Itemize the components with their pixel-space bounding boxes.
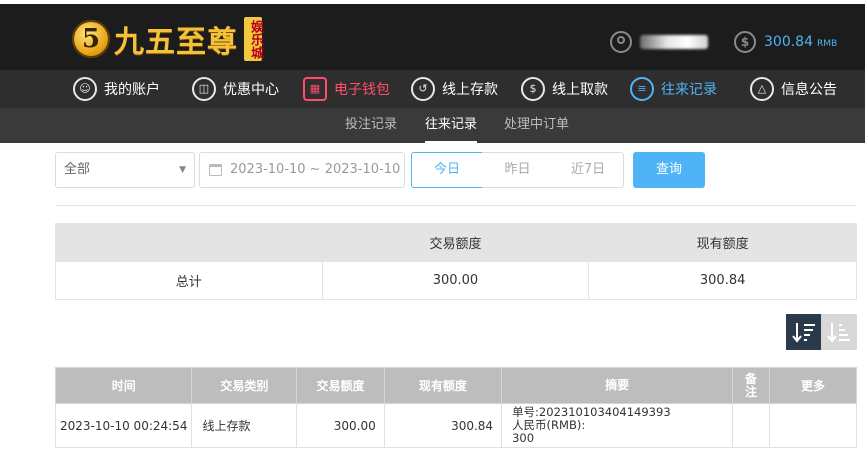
summary-row: 总计 300.00 300.84 (55, 261, 857, 300)
nav-e-wallet[interactable]: ▦ 电子钱包 (303, 70, 390, 108)
nav-label: 电子钱包 (334, 82, 390, 98)
last-7-days-button[interactable]: 近7日 (553, 152, 624, 188)
wallet-icon: ▦ (303, 77, 327, 101)
sort-descending-icon (792, 323, 815, 343)
nav-label: 信息公告 (781, 82, 837, 98)
row-type: 线上存款 (191, 403, 298, 448)
nav-promotions[interactable]: ◫ 优惠中心 (192, 70, 279, 108)
today-button[interactable]: 今日 (411, 152, 483, 188)
nav-transaction-history[interactable]: ≡ 往来记录 (630, 70, 717, 108)
summary-header-amount: 交易额度 (321, 223, 590, 262)
divider (55, 205, 857, 206)
sort-descending-button[interactable] (786, 314, 822, 350)
col-summary: 摘要 (501, 367, 734, 404)
deposit-icon: ↺ (411, 77, 435, 101)
row-summary: 单号:202310103404149393 人民币(RMB): 300 (501, 403, 734, 448)
nav-label: 往来记录 (661, 82, 717, 98)
summary-table: 交易额度 现有额度 总计 300.00 300.84 (55, 223, 857, 300)
sort-ascending-button[interactable] (821, 314, 857, 350)
user-circle-icon: ☺ (73, 77, 97, 101)
nav-online-deposit[interactable]: ↺ 线上存款 (411, 70, 498, 108)
records-header-row: 时间 交易类别 交易额度 现有额度 摘要 备注 更多 (54, 367, 858, 404)
gift-icon: ◫ (192, 77, 216, 101)
yesterday-button[interactable]: 昨日 (482, 152, 554, 188)
history-icon: ≡ (630, 77, 654, 101)
username-redacted (640, 35, 708, 49)
coin-icon: $ (734, 31, 756, 53)
tab-bet-records[interactable]: 投注记录 (345, 108, 397, 143)
table-row: 2023-10-10 00:24:54 线上存款 300.00 300.84 单… (54, 403, 858, 448)
site-logo[interactable]: 5 九五至尊 娱乐城 (72, 16, 263, 62)
logo-mark-icon: 5 (72, 20, 110, 58)
col-balance: 现有额度 (383, 367, 503, 404)
col-time: 时间 (54, 367, 193, 404)
summary-header-blank (55, 223, 323, 262)
withdraw-icon: $ (521, 77, 545, 101)
calendar-icon (209, 164, 222, 176)
tab-pending-orders[interactable]: 处理中订单 (504, 108, 569, 143)
row-more[interactable] (768, 403, 858, 448)
nav-announcements[interactable]: △ 信息公告 (750, 70, 837, 108)
col-type: 交易类别 (191, 367, 298, 404)
type-select[interactable]: 全部 ▼ (55, 152, 195, 188)
chevron-down-icon: ▼ (179, 165, 186, 175)
main-nav: ☺ 我的账户 ◫ 优惠中心 ▦ 电子钱包 ↺ 线上存款 $ 线上取款 ≡ 往来记… (0, 70, 865, 108)
nav-online-withdraw[interactable]: $ 线上取款 (521, 70, 608, 108)
nav-label: 线上取款 (552, 82, 608, 98)
summary-currency: 人民币(RMB): (512, 418, 586, 432)
logo-badge: 娱乐城 (244, 17, 263, 61)
date-range-value: 2023-10-10 ~ 2023-10-10 (230, 162, 401, 177)
top-header: 5 九五至尊 娱乐城 $ 300.84 RMB (0, 0, 865, 70)
records-table: 时间 交易类别 交易额度 现有额度 摘要 备注 更多 2023-10-10 00… (54, 367, 858, 448)
col-more: 更多 (768, 367, 858, 404)
date-range-input[interactable]: 2023-10-10 ~ 2023-10-10 (199, 152, 405, 188)
col-amount: 交易额度 (296, 367, 385, 404)
summary-header-row: 交易额度 现有额度 (55, 223, 857, 262)
nav-label: 线上存款 (442, 82, 498, 98)
summary-total-balance: 300.84 (588, 261, 857, 300)
summary-total-label: 总计 (55, 261, 323, 300)
tab-transaction-records[interactable]: 往来记录 (425, 108, 478, 143)
summary-total-amount: 300.00 (321, 261, 590, 300)
nav-label: 我的账户 (104, 82, 160, 98)
search-button[interactable]: 查询 (633, 152, 705, 188)
sort-ascending-icon (827, 323, 850, 343)
row-balance: 300.84 (383, 403, 503, 448)
type-select-value: 全部 (64, 162, 91, 177)
nav-label: 优惠中心 (223, 82, 279, 98)
user-icon (610, 31, 632, 53)
account-info: $ 300.84 RMB (610, 28, 837, 56)
sub-nav: 投注记录 往来记录 处理中订单 (0, 108, 865, 143)
bell-icon: △ (750, 77, 774, 101)
balance-amount: 300.84 (764, 34, 813, 50)
balance-unit: RMB (817, 38, 838, 49)
nav-my-account[interactable]: ☺ 我的账户 (73, 70, 160, 108)
col-note: 备注 (732, 367, 770, 404)
summary-header-balance: 现有额度 (588, 223, 857, 262)
logo-text: 九五至尊 (114, 25, 238, 60)
row-note (732, 403, 770, 448)
row-amount: 300.00 (296, 403, 385, 448)
row-time: 2023-10-10 00:24:54 (54, 403, 193, 448)
summary-value: 300 (512, 431, 535, 445)
